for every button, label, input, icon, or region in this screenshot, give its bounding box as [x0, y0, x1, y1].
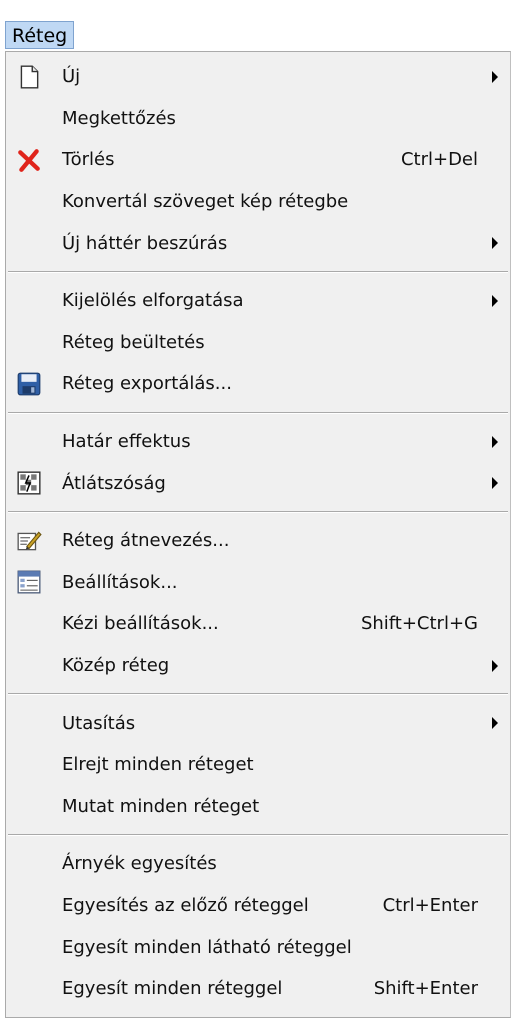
- submenu-arrow-icon: [492, 659, 498, 672]
- menu-item[interactable]: Közép réteg: [6, 645, 510, 687]
- submenu-arrow-icon: [492, 717, 498, 730]
- menu-separator: [6, 686, 510, 702]
- layer-dropdown-menu: Új Megkettőzés Törlés Ctrl+Del Konvertál szö…: [5, 51, 511, 1018]
- menu-item[interactable]: Törlés Ctrl+Del: [6, 139, 510, 181]
- menu-item[interactable]: Árnyék egyesítés: [6, 843, 510, 885]
- menu-item[interactable]: Új háttér beszúrás: [6, 222, 510, 264]
- menu-item[interactable]: Átlátszóság: [6, 462, 510, 504]
- menu-item-label: Kézi beállítások...: [62, 613, 219, 635]
- menu-item-label: Réteg beültetés: [62, 331, 205, 353]
- delete-x-icon: [14, 145, 44, 175]
- menu-item[interactable]: Egyesítés az előző réteggel Ctrl+Enter: [6, 885, 510, 927]
- submenu-arrow-icon: [492, 477, 498, 490]
- menu-item-label: Beállítások...: [62, 571, 178, 593]
- menu-item[interactable]: Beállítások...: [6, 562, 510, 604]
- menu-item[interactable]: Kijelölés elforgatása: [6, 280, 510, 322]
- menu-item-label: Árnyék egyesítés: [62, 853, 217, 875]
- menu-item-shortcut: Ctrl+Del: [400, 149, 478, 171]
- menubar: Réteg: [0, 0, 514, 52]
- menu-item[interactable]: Határ effektus: [6, 421, 510, 463]
- menu-item-label: Egyesít minden látható réteggel: [62, 936, 352, 958]
- menu-item-label: Kijelölés elforgatása: [62, 290, 244, 312]
- menu-item-label: Réteg átnevezés...: [62, 530, 230, 552]
- menu-separator: [6, 405, 510, 421]
- rename-pencil-icon: [14, 526, 44, 556]
- menu-item-shortcut: Shift+Enter: [373, 978, 478, 1000]
- menu-item-label: Megkettőzés: [62, 107, 176, 129]
- menu-item-label: Törlés: [62, 149, 115, 171]
- floppy-disk-icon: [14, 369, 44, 399]
- menu-item[interactable]: Elrejt minden réteget: [6, 744, 510, 786]
- menu-item-label: Konvertál szöveget kép rétegbe: [62, 191, 349, 213]
- transparency-icon: [14, 468, 44, 498]
- menu-item[interactable]: Réteg beültetés: [6, 322, 510, 364]
- menu-item[interactable]: Kézi beállítások... Shift+Ctrl+G: [6, 603, 510, 645]
- menu-item-label: Elrejt minden réteget: [62, 754, 254, 776]
- menu-item-label: Közép réteg: [62, 655, 170, 677]
- submenu-arrow-icon: [492, 435, 498, 448]
- menu-item[interactable]: Utasítás: [6, 702, 510, 744]
- menu-item-label: Új háttér beszúrás: [62, 232, 228, 254]
- menu-item-label: Egyesít minden réteggel: [62, 978, 283, 1000]
- menu-item-label: Utasítás: [62, 712, 136, 734]
- menu-item[interactable]: Réteg exportálás...: [6, 363, 510, 405]
- submenu-arrow-icon: [492, 294, 498, 307]
- menubar-title-reteg[interactable]: Réteg: [5, 21, 75, 49]
- menu-item-label: Átlátszóság: [62, 472, 166, 494]
- menu-item-label: Mutat minden réteget: [62, 795, 260, 817]
- menu-separator: [6, 504, 510, 520]
- menu-item[interactable]: Megkettőzés: [6, 98, 510, 140]
- menu-item[interactable]: Mutat minden réteget: [6, 786, 510, 828]
- menu-item-label: Réteg exportálás...: [62, 373, 232, 395]
- menu-item[interactable]: Réteg átnevezés...: [6, 520, 510, 562]
- properties-window-icon: [14, 567, 44, 597]
- menu-item[interactable]: Egyesít minden réteggel Shift+Enter: [6, 968, 510, 1010]
- menu-item[interactable]: Konvertál szöveget kép rétegbe: [6, 181, 510, 223]
- document-icon: [14, 62, 44, 92]
- menu-item[interactable]: Új: [6, 56, 510, 98]
- menu-item[interactable]: Egyesít minden látható réteggel: [6, 926, 510, 968]
- menu-item-shortcut: Ctrl+Enter: [382, 894, 478, 916]
- menu-item-shortcut: Shift+Ctrl+G: [360, 613, 478, 635]
- menu-item-label: Egyesítés az előző réteggel: [62, 894, 309, 916]
- submenu-arrow-icon: [492, 70, 498, 83]
- menu-item-label: Határ effektus: [62, 431, 191, 453]
- menu-separator: [6, 827, 510, 843]
- menu-item-label: Új: [62, 66, 81, 88]
- submenu-arrow-icon: [492, 237, 498, 250]
- menu-separator: [6, 264, 510, 280]
